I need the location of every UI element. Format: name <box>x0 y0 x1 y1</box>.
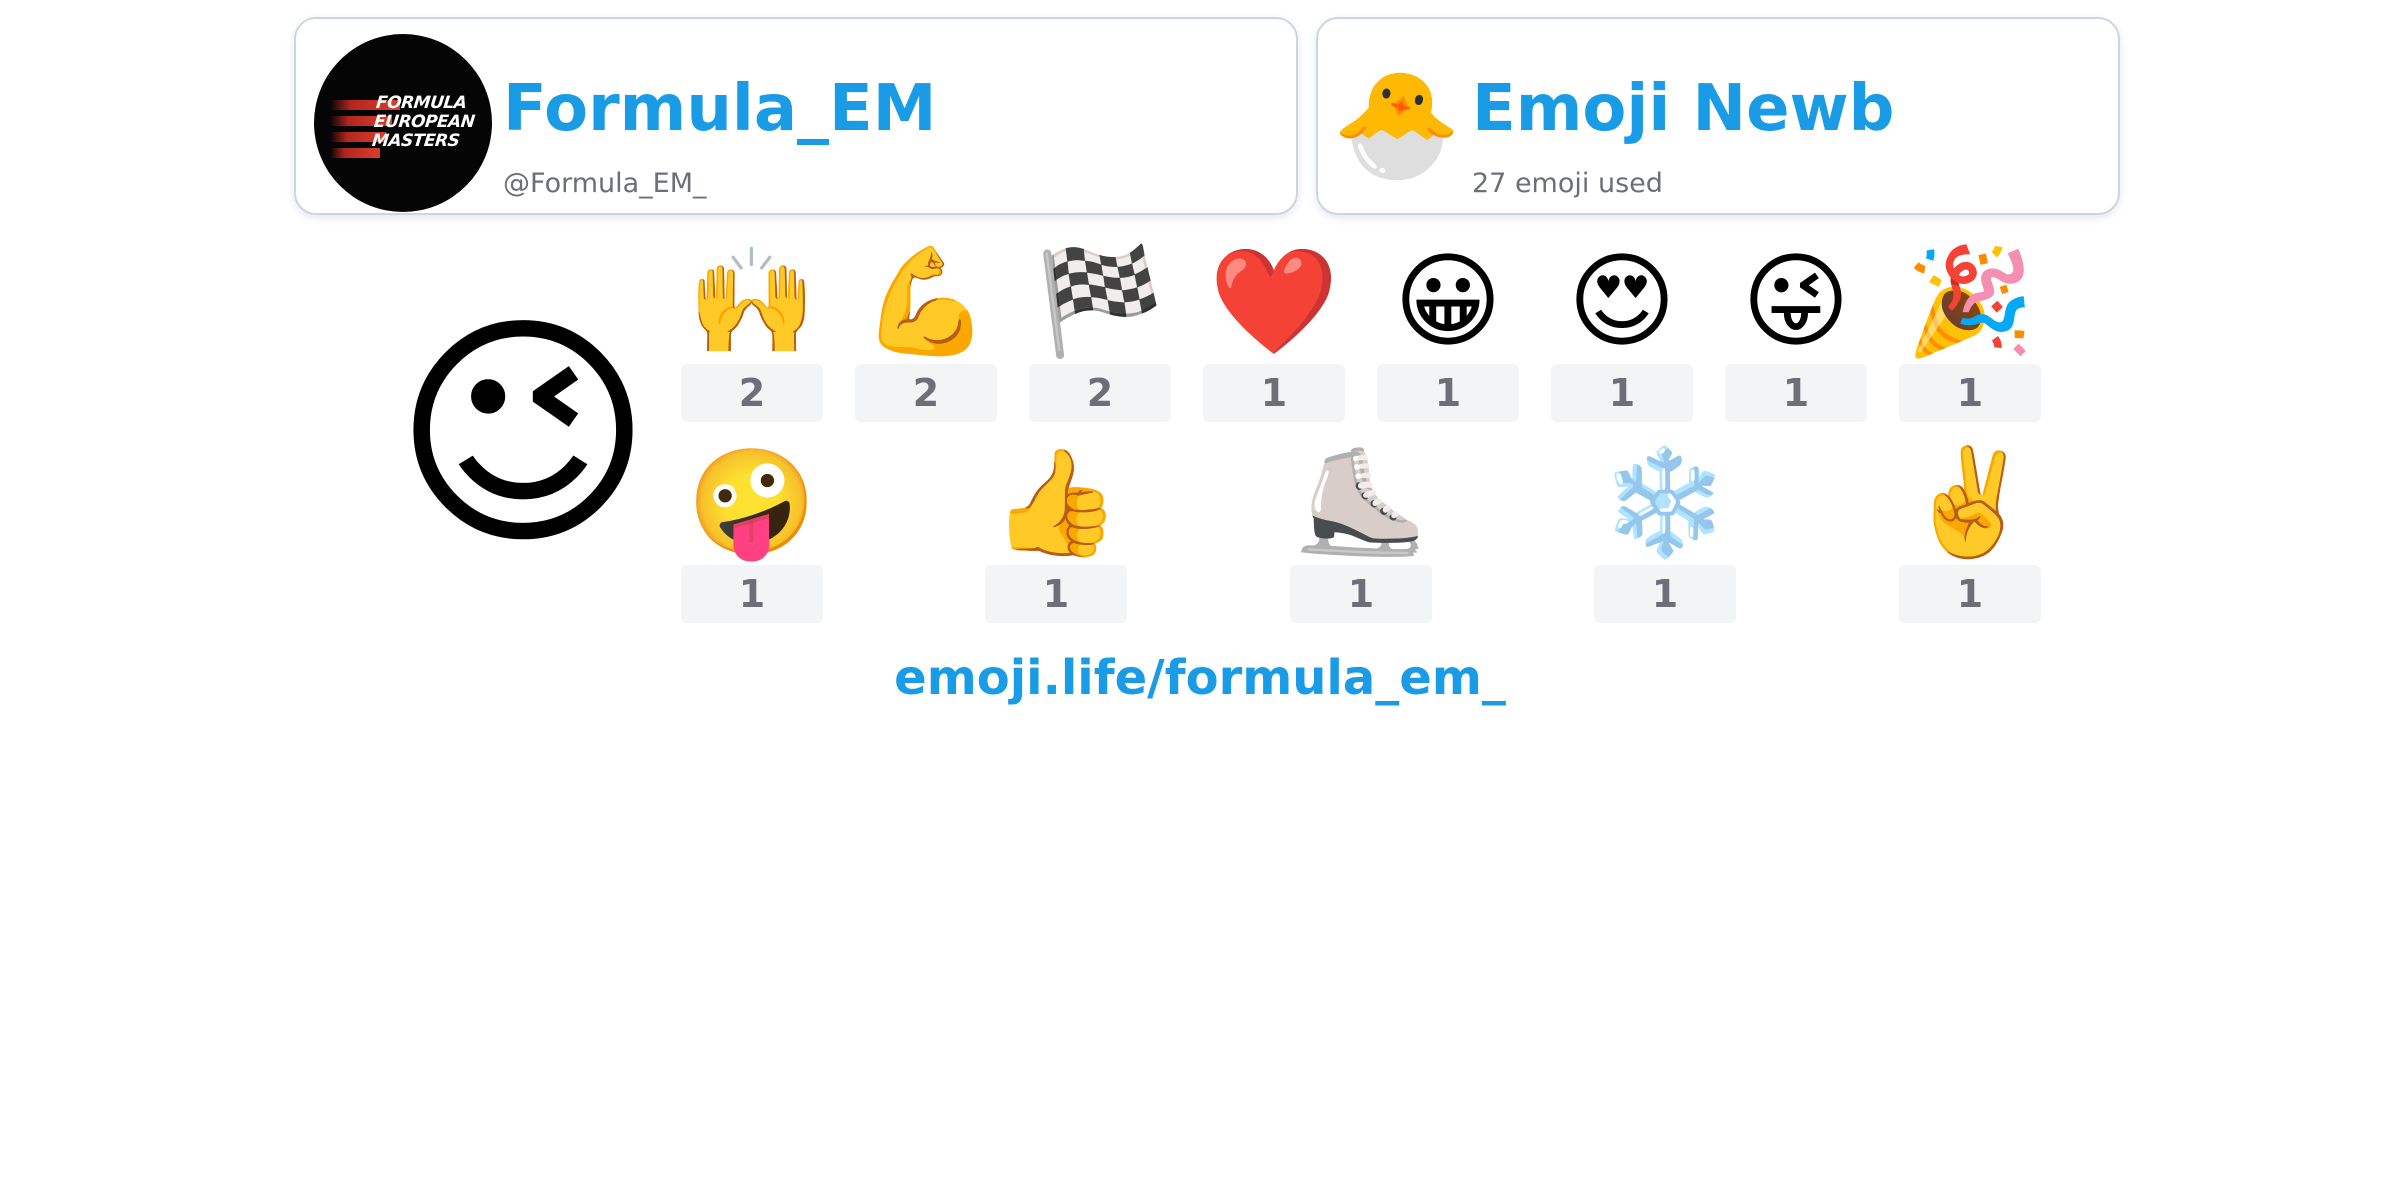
red-heart-icon: ❤️ <box>1209 240 1339 362</box>
rank-card: 🐣 Emoji Newb 27 emoji used <box>1316 17 2120 215</box>
profile-name[interactable]: Formula_EM <box>503 69 936 149</box>
emoji-count-item[interactable]: ❤️ 1 <box>1203 240 1345 422</box>
emoji-count-item[interactable]: 🎉 1 <box>1899 240 2041 422</box>
emoji-count-item[interactable]: 👍 1 <box>985 441 1127 623</box>
emoji-count: 2 <box>855 364 997 422</box>
thumbs-up-icon: 👍 <box>991 441 1121 563</box>
profile-card[interactable]: FORMULA EUROPEAN MASTERS Formula_EM @For… <box>294 17 1298 215</box>
share-link[interactable]: emoji.life/formula_em_ <box>0 640 2400 716</box>
emoji-count: 1 <box>1899 364 2041 422</box>
emoji-count: 1 <box>1203 364 1345 422</box>
party-popper-icon: 🎉 <box>1905 240 2035 362</box>
winking-face-with-tongue-icon: 😜 <box>1741 240 1851 362</box>
avatar-logo-line: MASTERS <box>371 131 461 151</box>
emoji-count-item[interactable]: 🤪 1 <box>681 441 823 623</box>
profile-handle[interactable]: @Formula_EM_ <box>503 167 707 201</box>
hatching-chick-icon: 🐣 <box>1332 63 1462 185</box>
emoji-used-count: 27 emoji used <box>1472 168 1663 199</box>
emoji-count-item[interactable]: 😀 1 <box>1377 240 1519 422</box>
top-emoji-winking-face-icon: 😉 <box>392 289 654 580</box>
emoji-count-item[interactable]: 🙌 2 <box>681 240 823 422</box>
avatar-logo-text: FORMULA EUROPEAN MASTERS <box>371 93 492 151</box>
snowflake-icon: ❄️ <box>1600 441 1730 563</box>
emoji-count: 1 <box>681 565 823 623</box>
ice-skate-icon: ⛸️ <box>1296 441 1426 563</box>
emoji-count-item[interactable]: ❄️ 1 <box>1594 441 1736 623</box>
raising-hands-icon: 🙌 <box>687 240 817 362</box>
emoji-count-item[interactable]: 😍 1 <box>1551 240 1693 422</box>
heart-eyes-face-icon: 😍 <box>1567 240 1677 362</box>
flexed-biceps-icon: 💪 <box>861 240 991 362</box>
emoji-count: 1 <box>1377 364 1519 422</box>
rank-title: Emoji Newb <box>1472 72 1895 146</box>
emoji-count: 2 <box>681 364 823 422</box>
avatar-logo-line: FORMULA <box>374 93 468 113</box>
emoji-count-item[interactable]: 💪 2 <box>855 240 997 422</box>
avatar-logo-line: EUROPEAN <box>373 112 476 132</box>
emoji-count: 1 <box>1725 364 1867 422</box>
chequered-flag-icon: 🏁 <box>1035 240 1165 362</box>
emoji-count: 1 <box>1551 364 1693 422</box>
grinning-face-icon: 😀 <box>1393 240 1503 362</box>
emoji-count: 1 <box>985 565 1127 623</box>
avatar: FORMULA EUROPEAN MASTERS <box>314 34 492 212</box>
emoji-count-item[interactable]: ⛸️ 1 <box>1290 441 1432 623</box>
emoji-count: 2 <box>1029 364 1171 422</box>
emoji-count: 1 <box>1594 565 1736 623</box>
zany-face-icon: 🤪 <box>687 441 817 563</box>
emoji-count: 1 <box>1290 565 1432 623</box>
emoji-count-item[interactable]: 😜 1 <box>1725 240 1867 422</box>
emoji-count-item[interactable]: ✌️ 1 <box>1899 441 2041 623</box>
emoji-count-item[interactable]: 🏁 2 <box>1029 240 1171 422</box>
victory-hand-icon: ✌️ <box>1905 441 2035 563</box>
emoji-life-profile-page: FORMULA EUROPEAN MASTERS Formula_EM @For… <box>0 0 2400 1200</box>
emoji-count: 1 <box>1899 565 2041 623</box>
